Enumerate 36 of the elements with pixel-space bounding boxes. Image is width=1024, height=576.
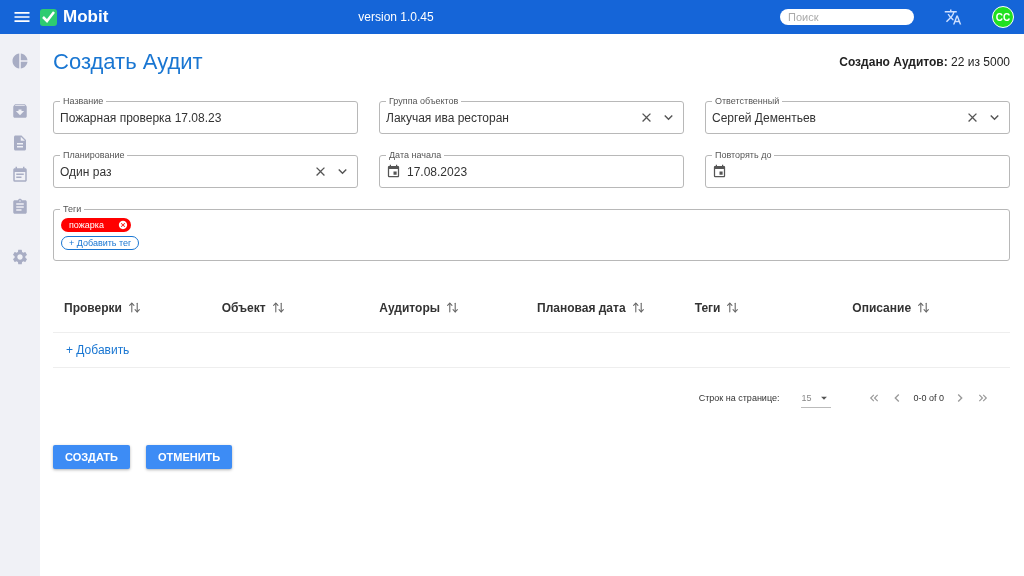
page-range: 0-0 of 0 xyxy=(913,393,944,403)
calendar-icon[interactable] xyxy=(712,164,727,179)
field-label: Теги xyxy=(60,203,85,215)
column-header[interactable]: Объект xyxy=(221,300,380,315)
page-title: Создать Аудит xyxy=(53,49,203,75)
tag-chip[interactable]: пожарка xyxy=(61,218,131,232)
column-header[interactable]: Описание xyxy=(852,300,1010,315)
sort-icon[interactable] xyxy=(446,301,459,314)
sort-icon[interactable] xyxy=(127,301,141,314)
column-header[interactable]: Плановая дата xyxy=(537,300,695,315)
column-header[interactable]: Теги xyxy=(694,300,853,315)
version-label: version 1.0.45 xyxy=(358,10,435,24)
field-label: Повторять до xyxy=(712,149,775,161)
remove-icon[interactable] xyxy=(117,220,128,230)
logo-icon xyxy=(40,8,57,26)
field-label: Дата начала xyxy=(386,149,445,161)
sort-icon[interactable] xyxy=(917,301,931,314)
rows-per-page-label: Строк на странице: xyxy=(698,393,780,403)
translate-icon[interactable] xyxy=(944,8,962,26)
search-field[interactable]: Поиск xyxy=(780,9,914,25)
column-header[interactable]: Аудиторы xyxy=(379,300,537,315)
rows-per-page-select[interactable]: 15 xyxy=(801,388,832,408)
sort-icon[interactable] xyxy=(631,301,645,314)
field-label: Ответственный xyxy=(712,95,783,107)
field-label: Название xyxy=(60,95,107,107)
audit-counter: Создано Аудитов: 22 из 5000 xyxy=(839,55,1010,69)
app-name: Mobit xyxy=(63,7,109,27)
calendar-icon[interactable] xyxy=(386,164,401,179)
field-label: Планирование xyxy=(60,149,128,161)
sort-icon[interactable] xyxy=(271,301,285,314)
column-header[interactable]: Проверки xyxy=(64,300,222,315)
clipboard-icon[interactable] xyxy=(10,197,30,217)
field-label: Группа объектов xyxy=(386,95,462,107)
add-tag-button[interactable]: + Добавить тег xyxy=(61,236,140,250)
sort-icon[interactable] xyxy=(726,301,740,314)
add-link[interactable]: + Добавить xyxy=(66,343,130,357)
